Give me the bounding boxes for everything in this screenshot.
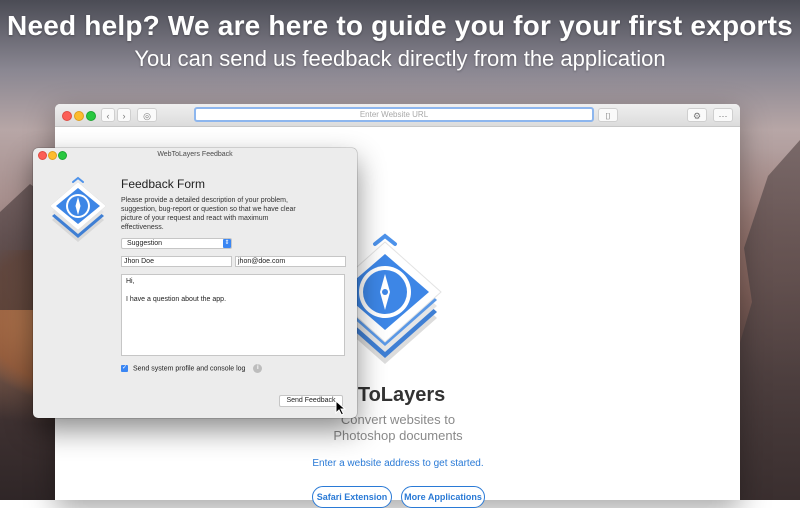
select-arrows-icon: ⇕ [223,239,231,248]
forward-button[interactable]: › [117,108,131,122]
compass-icon: ◎ [143,111,151,121]
category-value: Suggestion [127,240,163,247]
message-textarea[interactable]: Hi, I have a question about the app. [121,274,345,356]
chevron-right-icon: › [122,111,126,121]
safari-toolbar: ‹ › ◎ Enter Website URL ⌷ ⚙ ⋯ [55,104,740,127]
back-button[interactable]: ‹ [101,108,115,122]
camera-button[interactable]: ⌷ [598,108,618,122]
app-subtitle-line2: Photoshop documents [333,428,463,443]
promo-title: Need help? We are here to guide you for … [7,10,793,41]
mouse-pointer-icon [335,400,347,416]
more-icon: ⋯ [718,111,728,121]
close-window-button[interactable] [62,111,72,121]
promo-header: Need help? We are here to guide you for … [0,0,800,82]
compass-button[interactable]: ◎ [137,108,157,122]
name-field[interactable]: Jhon Doe [121,256,232,267]
promo-subtitle: You can send us feedback directly from t… [134,46,666,71]
message-line: I have a question about the app. [126,296,227,303]
form-description: Please provide a detailed description of… [121,197,296,231]
feedback-dialog: WebToLayers Feedback Feedback Form Pleas… [33,148,357,418]
camera-icon: ⌷ [605,111,611,121]
safari-extension-button[interactable]: Safari Extension [312,486,392,508]
form-title: Feedback Form [121,177,206,191]
message-line: Hi, [126,278,135,285]
send-feedback-button[interactable]: Send Feedback [279,395,343,407]
zoom-window-button[interactable] [86,111,96,121]
url-placeholder: Enter Website URL [359,110,429,119]
settings-button[interactable]: ⚙ [687,108,707,122]
email-field[interactable]: jhon@doe.com [235,256,346,267]
webtolayers-small-logo-icon [49,176,107,242]
url-field[interactable]: Enter Website URL [194,107,594,122]
system-profile-label: Send system profile and console log [132,365,246,373]
info-icon[interactable]: i [253,364,263,373]
chevron-left-icon: ‹ [106,111,110,121]
category-select[interactable]: Suggestion ⇕ [121,238,232,249]
minimize-window-button[interactable] [74,111,84,121]
dialog-title: WebToLayers Feedback [157,151,233,158]
more-button[interactable]: ⋯ [713,108,733,122]
more-applications-button[interactable]: More Applications [401,486,485,508]
system-profile-checkbox[interactable]: ✓ [121,365,128,372]
start-hint: Enter a website address to get started. [312,458,484,469]
system-profile-option: ✓ Send system profile and console log i [121,364,263,373]
sliders-icon: ⚙ [692,111,702,121]
